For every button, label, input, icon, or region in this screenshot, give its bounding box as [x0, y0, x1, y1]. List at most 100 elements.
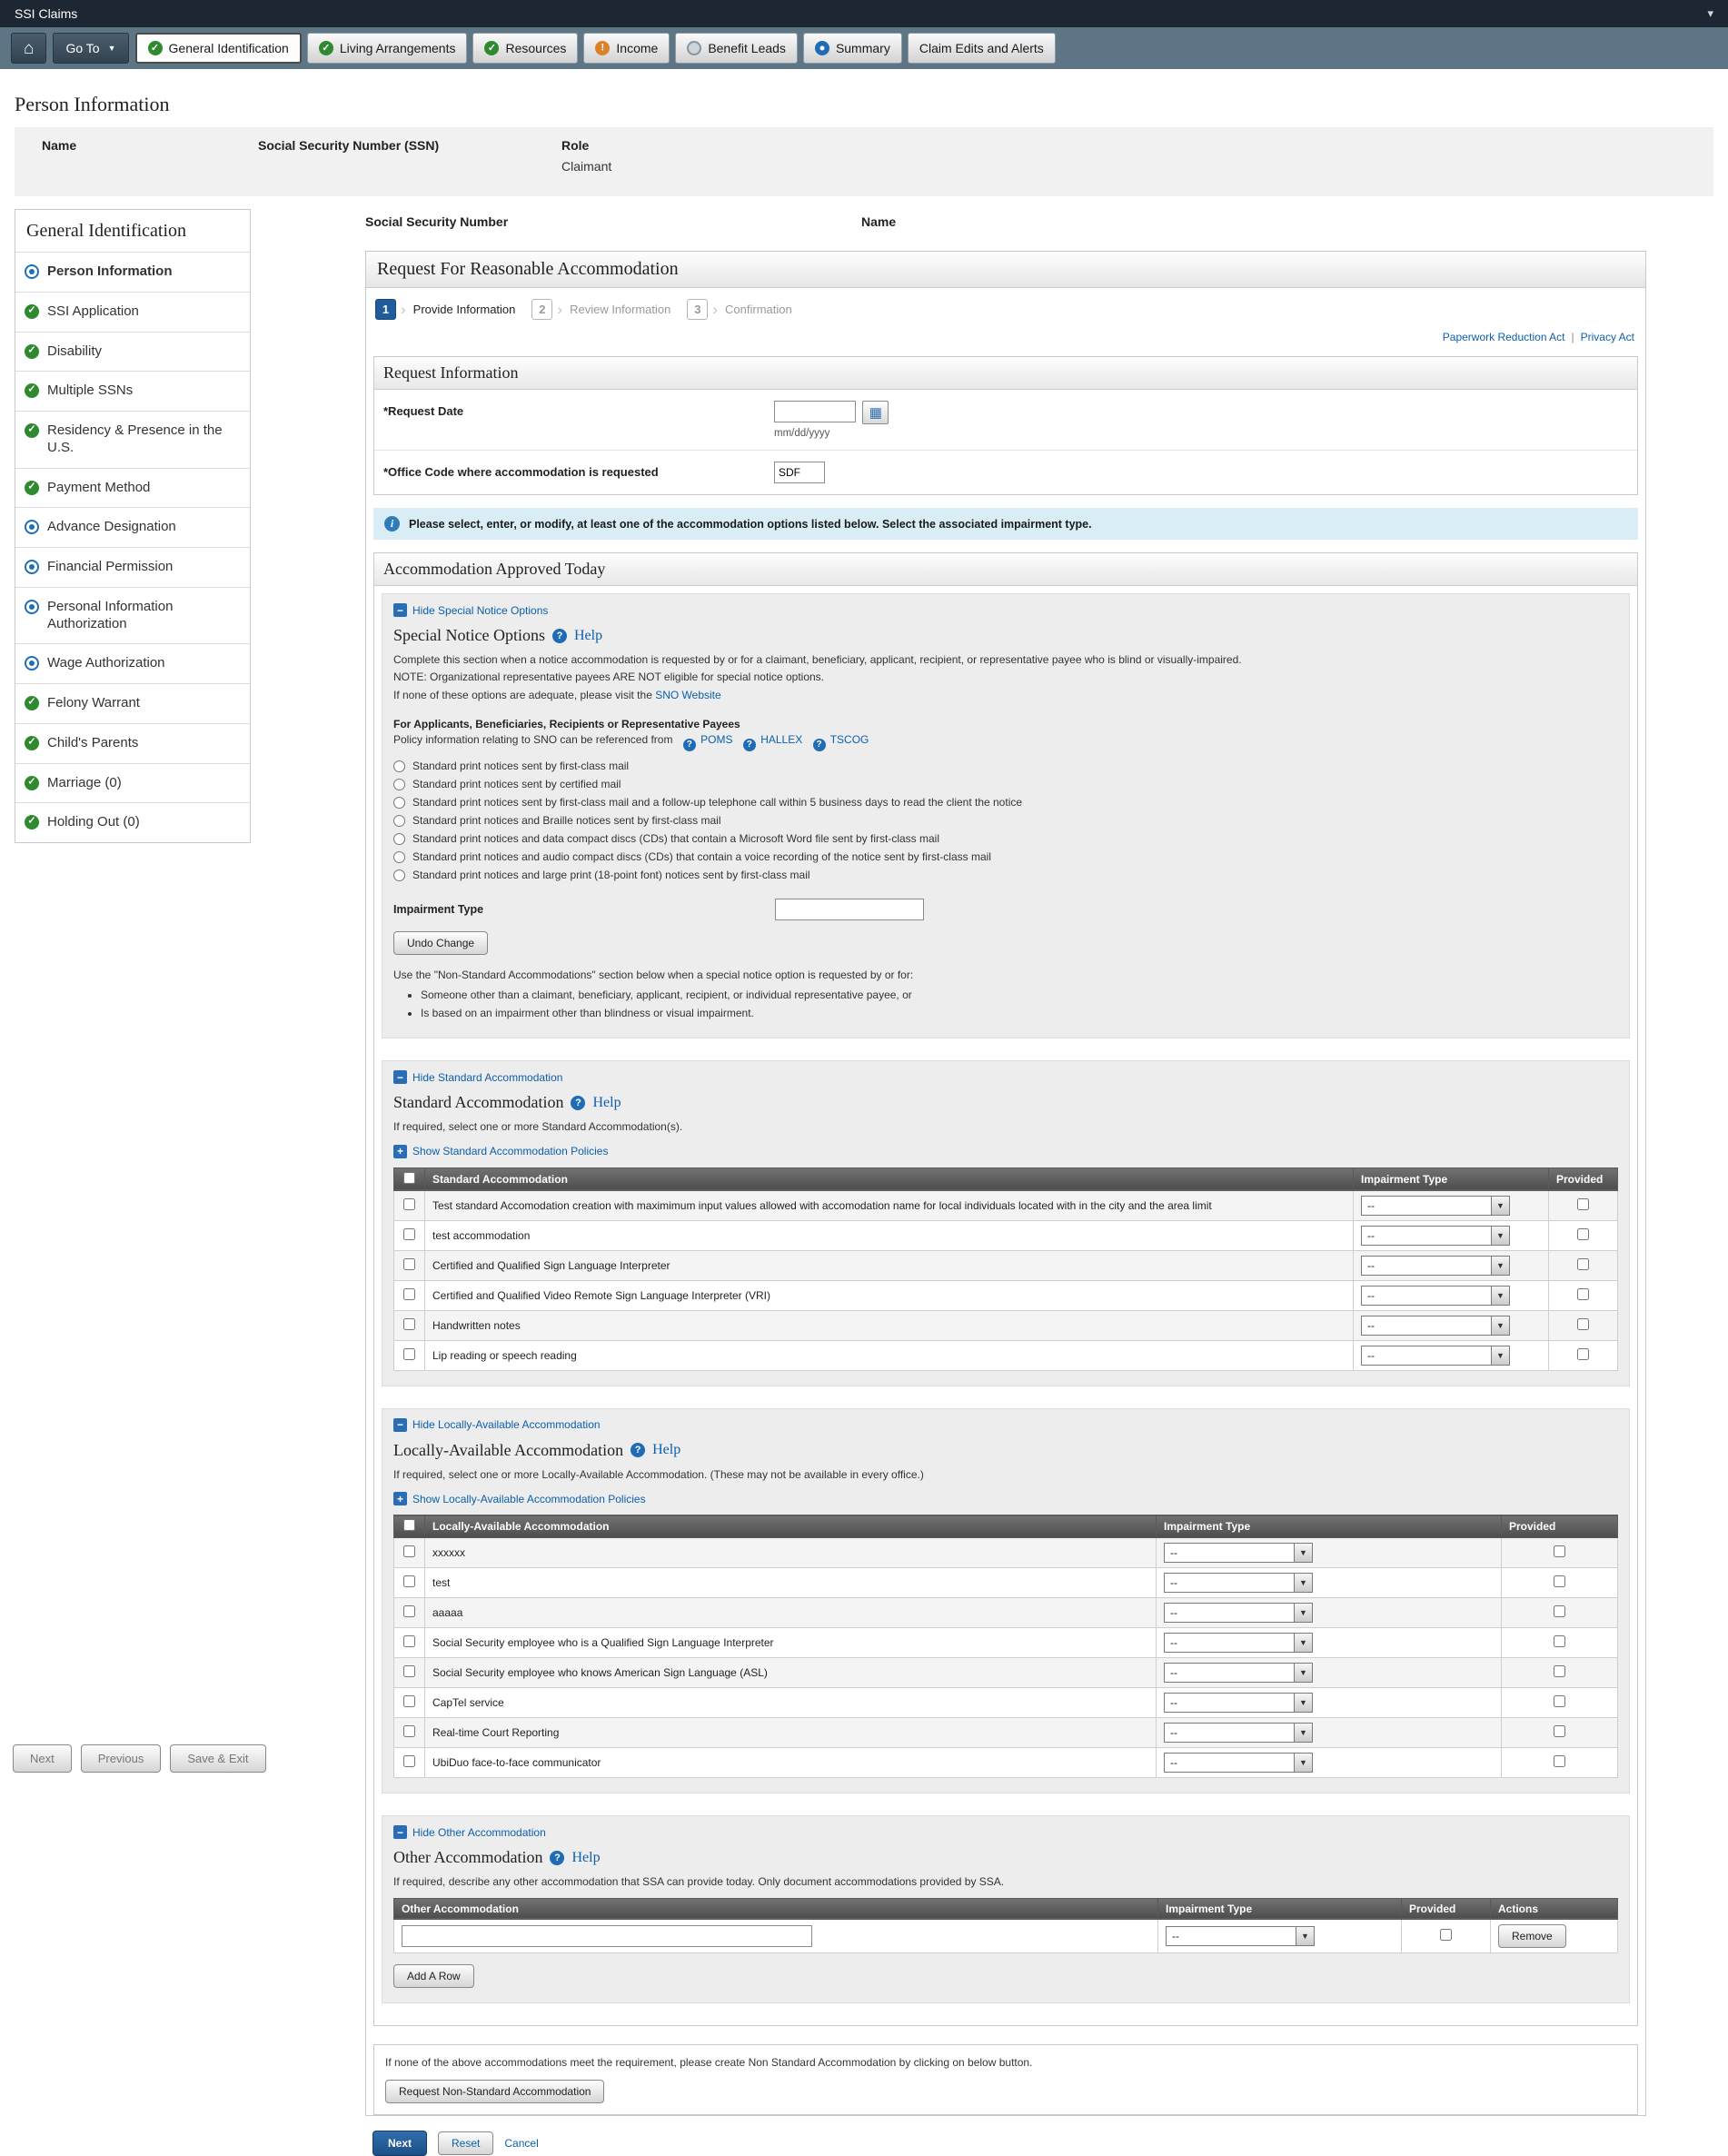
hide-special-notice-link[interactable]: − Hide Special Notice Options: [393, 603, 548, 617]
help-icon[interactable]: ?: [631, 1443, 645, 1457]
request-date-input[interactable]: [774, 401, 856, 422]
sno-option-row[interactable]: Standard print notices sent by certified…: [393, 775, 1618, 793]
row-checkbox[interactable]: [403, 1605, 415, 1617]
impairment-type-select[interactable]: -- ▼: [1164, 1543, 1313, 1563]
sno-radio[interactable]: [393, 869, 405, 881]
home-button[interactable]: ⌂: [11, 33, 46, 64]
sidebar-item[interactable]: Advance Designation: [15, 507, 250, 547]
sno-radio[interactable]: [393, 851, 405, 863]
row-checkbox[interactable]: [403, 1575, 415, 1587]
provided-checkbox[interactable]: [1554, 1545, 1565, 1557]
sidebar-item[interactable]: Personal Information Authorization: [15, 587, 250, 644]
nav-tab[interactable]: Resources: [472, 33, 578, 64]
impairment-type-select[interactable]: -- ▼: [1164, 1633, 1313, 1653]
goto-dropdown[interactable]: Go To ▼: [53, 33, 128, 64]
reset-button[interactable]: Reset: [438, 2131, 493, 2155]
select-all-checkbox[interactable]: [403, 1519, 415, 1531]
sno-website-link[interactable]: SNO Website: [655, 689, 720, 701]
nav-tab[interactable]: Claim Edits and Alerts: [908, 33, 1056, 64]
sidebar-item[interactable]: SSI Application: [15, 292, 250, 332]
row-checkbox[interactable]: [403, 1755, 415, 1767]
provided-checkbox[interactable]: [1577, 1228, 1589, 1240]
remove-button[interactable]: Remove: [1498, 1924, 1566, 1948]
show-locally-policies-link[interactable]: + Show Locally-Available Accommodation P…: [393, 1492, 646, 1505]
row-checkbox[interactable]: [403, 1318, 415, 1330]
provided-checkbox[interactable]: [1554, 1755, 1565, 1767]
impairment-type-select[interactable]: -- ▼: [1164, 1603, 1313, 1623]
provided-checkbox[interactable]: [1554, 1575, 1565, 1587]
sidebar-item[interactable]: Person Information: [15, 252, 250, 292]
sidebar-item[interactable]: Residency & Presence in the U.S.: [15, 411, 250, 468]
provided-checkbox[interactable]: [1554, 1725, 1565, 1737]
row-checkbox[interactable]: [403, 1725, 415, 1737]
sno-option-row[interactable]: Standard print notices sent by first-cla…: [393, 757, 1618, 775]
row-checkbox[interactable]: [403, 1635, 415, 1647]
undo-change-button[interactable]: Undo Change: [393, 931, 488, 955]
sidebar-item[interactable]: Holding Out (0): [15, 802, 250, 842]
request-non-standard-button[interactable]: Request Non-Standard Accommodation: [385, 2080, 604, 2103]
sno-option-row[interactable]: Standard print notices and Braille notic…: [393, 811, 1618, 830]
sidebar-item[interactable]: Multiple SSNs: [15, 371, 250, 411]
sno-radio[interactable]: [393, 779, 405, 790]
select-all-checkbox[interactable]: [403, 1172, 415, 1184]
impairment-type-select[interactable]: -- ▼: [1164, 1573, 1313, 1593]
provided-checkbox[interactable]: [1577, 1288, 1589, 1300]
impairment-type-select[interactable]: -- ▼: [1166, 1926, 1315, 1946]
footer-previous-button[interactable]: Previous: [81, 1744, 162, 1773]
sno-option-row[interactable]: Standard print notices sent by first-cla…: [393, 793, 1618, 811]
add-a-row-button[interactable]: Add A Row: [393, 1964, 474, 1988]
row-checkbox[interactable]: [403, 1288, 415, 1300]
paperwork-reduction-act-link[interactable]: Paperwork Reduction Act: [1443, 331, 1565, 343]
row-checkbox[interactable]: [403, 1665, 415, 1677]
office-code-input[interactable]: [774, 462, 825, 483]
help-link[interactable]: Help: [652, 1442, 680, 1458]
provided-checkbox[interactable]: [1554, 1695, 1565, 1707]
sno-radio[interactable]: [393, 797, 405, 809]
nav-tab[interactable]: Living Arrangements: [307, 33, 468, 64]
nav-tab[interactable]: Benefit Leads: [675, 33, 798, 64]
sno-option-row[interactable]: Standard print notices and data compact …: [393, 830, 1618, 848]
impairment-type-select[interactable]: -- ▼: [1164, 1693, 1313, 1713]
impairment-type-select[interactable]: -- ▼: [1361, 1316, 1510, 1336]
row-checkbox[interactable]: [403, 1258, 415, 1270]
sidebar-item[interactable]: Marriage (0): [15, 763, 250, 803]
row-checkbox[interactable]: [403, 1695, 415, 1707]
sno-radio[interactable]: [393, 833, 405, 845]
provided-checkbox[interactable]: [1577, 1348, 1589, 1360]
show-standard-policies-link[interactable]: + Show Standard Accommodation Policies: [393, 1145, 608, 1158]
nav-tab[interactable]: Summary: [803, 33, 902, 64]
tscog-link[interactable]: TSCOG: [830, 733, 869, 746]
cancel-link[interactable]: Cancel: [504, 2137, 538, 2150]
help-link[interactable]: Help: [571, 1850, 600, 1866]
help-icon[interactable]: ?: [683, 739, 696, 751]
impairment-type-select[interactable]: -- ▼: [1361, 1256, 1510, 1276]
sidebar-item[interactable]: Disability: [15, 332, 250, 372]
hide-locally-available-link[interactable]: − Hide Locally-Available Accommodation: [393, 1418, 601, 1432]
hide-other-accommodation-link[interactable]: − Hide Other Accommodation: [393, 1825, 546, 1839]
sno-option-row[interactable]: Standard print notices and large print (…: [393, 866, 1618, 884]
help-icon[interactable]: ?: [813, 739, 826, 751]
impairment-type-select[interactable]: -- ▼: [1164, 1723, 1313, 1743]
help-link[interactable]: Help: [592, 1095, 621, 1111]
impairment-type-select[interactable]: -- ▼: [1164, 1663, 1313, 1683]
impairment-type-select[interactable]: -- ▼: [1361, 1226, 1510, 1246]
impairment-type-select[interactable]: -- ▼: [1361, 1346, 1510, 1366]
provided-checkbox[interactable]: [1440, 1929, 1452, 1941]
help-icon[interactable]: ?: [552, 629, 567, 643]
provided-checkbox[interactable]: [1554, 1605, 1565, 1617]
provided-checkbox[interactable]: [1577, 1318, 1589, 1330]
sidebar-item[interactable]: Payment Method: [15, 468, 250, 508]
sidebar-item[interactable]: Financial Permission: [15, 547, 250, 587]
sidebar-item[interactable]: Wage Authorization: [15, 643, 250, 683]
provided-checkbox[interactable]: [1554, 1665, 1565, 1677]
provided-checkbox[interactable]: [1554, 1635, 1565, 1647]
calendar-button[interactable]: ▦: [862, 401, 889, 424]
impairment-type-select[interactable]: -- ▼: [1361, 1286, 1510, 1306]
sidebar-item[interactable]: Child's Parents: [15, 723, 250, 763]
sidebar-item[interactable]: Felony Warrant: [15, 683, 250, 723]
help-link[interactable]: Help: [574, 628, 602, 644]
row-checkbox[interactable]: [403, 1348, 415, 1360]
row-checkbox[interactable]: [403, 1545, 415, 1557]
impairment-type-select[interactable]: -- ▼: [1164, 1753, 1313, 1773]
impairment-type-select[interactable]: -- ▼: [1361, 1196, 1510, 1216]
